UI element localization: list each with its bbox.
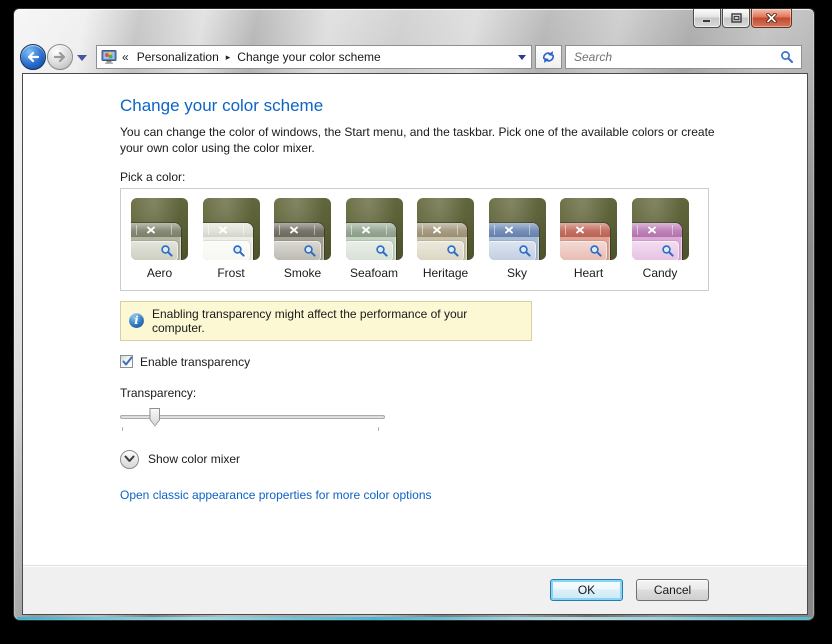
mini-close-icon — [647, 226, 656, 234]
mini-close-icon — [290, 226, 299, 234]
close-button[interactable] — [751, 9, 792, 28]
scheme-label: Aero — [146, 265, 173, 280]
personalization-monitor-icon — [101, 50, 117, 64]
color-scheme-smoke[interactable]: Smoke — [274, 197, 331, 280]
mini-close-icon — [361, 226, 370, 234]
address-bar[interactable]: « Personalization ▸ Change your color sc… — [96, 45, 532, 69]
mini-search-icon — [303, 244, 317, 258]
scheme-thumbnail — [488, 197, 546, 260]
page-title: Change your color scheme — [120, 96, 324, 115]
mini-search-icon — [518, 244, 532, 258]
color-scheme-seafoam[interactable]: Seafoam — [345, 197, 403, 280]
show-color-mixer-button[interactable] — [120, 449, 139, 469]
chevron-down-icon — [124, 455, 135, 463]
minimize-button[interactable] — [693, 9, 721, 28]
ok-button[interactable]: OK — [550, 579, 623, 601]
color-scheme-heart[interactable]: Heart — [560, 197, 617, 280]
chevron-down-icon — [518, 54, 526, 60]
window-controls — [692, 9, 792, 28]
info-icon: i — [129, 313, 144, 329]
breadcrumb-item-current[interactable]: Change your color scheme — [231, 50, 386, 64]
scheme-thumbnail — [274, 197, 331, 260]
mini-search-icon — [661, 244, 675, 258]
color-scheme-frost[interactable]: Frost — [202, 197, 260, 280]
enable-transparency-checkbox[interactable] — [120, 355, 133, 369]
desktop-background: « Personalization ▸ Change your color sc… — [0, 0, 832, 644]
color-scheme-heritage[interactable]: Heritage — [417, 197, 474, 280]
info-banner-text: Enabling transparency might affect the p… — [152, 306, 468, 335]
navigation-bar: « Personalization ▸ Change your color sc… — [14, 41, 814, 73]
slider-thumb-face — [150, 408, 160, 426]
forward-button[interactable] — [47, 44, 73, 70]
transparency-slider-label: Transparency: — [120, 385, 197, 400]
pick-color-label: Pick a color: — [120, 169, 186, 184]
transparency-info-banner: i Enabling transparency might affect the… — [120, 300, 532, 341]
slider-tick-min — [122, 426, 123, 431]
scheme-thumbnail — [202, 197, 260, 260]
slider-tick-max — [378, 426, 379, 431]
back-button[interactable] — [20, 44, 46, 70]
color-scheme-candy[interactable]: Candy — [631, 197, 689, 280]
scheme-label: Frost — [217, 265, 245, 280]
mini-close-icon — [147, 226, 156, 234]
scheme-label: Heart — [573, 265, 604, 280]
refresh-button[interactable] — [535, 45, 562, 69]
scheme-label: Smoke — [283, 265, 322, 280]
dialog-footer: OK Cancel — [23, 565, 807, 614]
search-input[interactable] — [566, 50, 780, 64]
transparency-slider-thumb[interactable] — [149, 407, 161, 427]
color-scheme-sky[interactable]: Sky — [488, 197, 546, 280]
color-scheme-list: Aero Frost Smoke Seafoam Heritage Sky He… — [120, 187, 709, 291]
maximize-icon — [730, 13, 742, 23]
scheme-label: Candy — [642, 265, 678, 280]
minimize-icon — [702, 18, 711, 23]
scheme-thumbnail — [631, 197, 689, 260]
classic-appearance-link[interactable]: Open classic appearance properties for m… — [120, 488, 807, 502]
search-box — [565, 45, 802, 69]
breadcrumb-overflow-chevron[interactable]: « — [122, 50, 129, 64]
mini-search-icon — [446, 244, 460, 258]
breadcrumb-item-personalization[interactable]: Personalization — [131, 50, 225, 64]
mini-close-icon — [504, 226, 513, 234]
mini-close-icon — [576, 226, 585, 234]
refresh-icon — [542, 51, 555, 63]
mini-search-icon — [589, 244, 603, 258]
forward-arrow-icon — [53, 51, 66, 63]
close-icon — [766, 13, 777, 23]
mini-search-icon — [232, 244, 246, 258]
addressbar-dropdown-button[interactable] — [513, 46, 531, 68]
maximize-button[interactable] — [722, 9, 750, 28]
personalization-window: « Personalization ▸ Change your color sc… — [13, 8, 815, 621]
scheme-label: Sky — [506, 265, 527, 280]
mini-search-icon — [375, 244, 389, 258]
color-scheme-aero[interactable]: Aero — [131, 197, 188, 280]
recent-pages-dropdown-icon[interactable] — [77, 55, 87, 61]
mini-close-icon — [218, 226, 227, 234]
checkmark-icon — [122, 356, 133, 366]
enable-transparency-label[interactable]: Enable transparency — [140, 355, 250, 369]
mini-close-icon — [433, 226, 442, 234]
mini-search-icon — [160, 244, 174, 258]
scheme-thumbnail — [417, 197, 474, 260]
search-icon[interactable] — [780, 50, 794, 64]
content-panel: Change your color scheme You can change … — [22, 73, 808, 615]
back-arrow-icon — [27, 51, 40, 63]
cancel-button[interactable]: Cancel — [636, 579, 709, 601]
page-description: You can change the color of windows, the… — [120, 125, 715, 155]
scheme-thumbnail — [131, 197, 188, 260]
transparency-slider[interactable] — [120, 407, 385, 431]
scheme-thumbnail — [560, 197, 617, 260]
scheme-thumbnail — [345, 197, 403, 260]
show-color-mixer-label[interactable]: Show color mixer — [148, 452, 240, 466]
scheme-label: Heritage — [422, 265, 469, 280]
scheme-label: Seafoam — [349, 265, 399, 280]
